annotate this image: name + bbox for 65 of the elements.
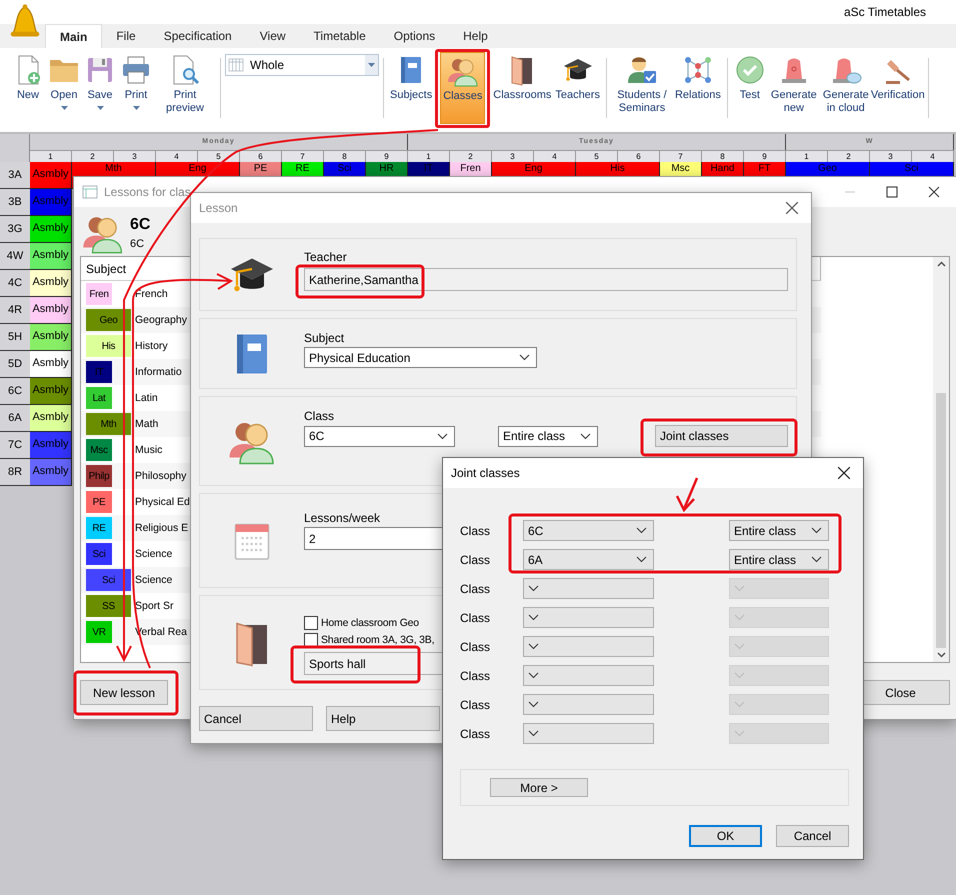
subject-name: Geography — [135, 314, 187, 326]
period-number: 4 — [534, 150, 576, 162]
field-label: Class — [460, 668, 492, 682]
period-number: 1 — [786, 150, 828, 162]
period-number: 9 — [744, 150, 786, 162]
subject-tag: Msc — [86, 439, 112, 461]
class-code: 6C — [130, 238, 146, 250]
subject-tag: His — [86, 335, 131, 357]
period-number: 4 — [156, 150, 198, 162]
subject-tag: Lat — [86, 387, 112, 409]
subject-name: French — [135, 288, 168, 300]
period-number: 2 — [450, 150, 492, 162]
field-label: Class — [304, 409, 334, 423]
field-label: Class — [460, 640, 492, 654]
period-number: 7 — [660, 150, 702, 162]
period-number: 5 — [198, 150, 240, 162]
subject-tag: SS — [86, 595, 131, 617]
period-number: 3 — [114, 150, 156, 162]
field-label: Class — [460, 698, 492, 712]
subject-name: Informatio — [135, 366, 182, 378]
subject-tag: RE — [86, 517, 112, 539]
field-label: Class — [460, 582, 492, 596]
period-number: 2 — [828, 150, 870, 162]
field-label: Subject — [304, 331, 344, 345]
subject-tag: Sci — [86, 569, 131, 591]
subject-name: Music — [135, 444, 162, 456]
subject-tag: Sci — [86, 543, 112, 565]
period-number: 5 — [576, 150, 618, 162]
field-label: Class — [460, 552, 492, 566]
subject-name: Philosophy — [135, 470, 186, 482]
field-label: Lessons/week — [304, 511, 380, 525]
period-number: 3 — [870, 150, 912, 162]
period-number: 7 — [282, 150, 324, 162]
subject-name: Science — [135, 574, 172, 586]
dialog-title: Joint classes — [451, 466, 521, 480]
subject-name: History — [135, 340, 168, 352]
period-number: 8 — [324, 150, 366, 162]
subject-tag: Philp — [86, 465, 112, 487]
period-number: 3 — [492, 150, 534, 162]
period-number: 9 — [366, 150, 408, 162]
subject-name: Latin — [135, 392, 158, 404]
subject-tag: PE — [86, 491, 112, 513]
dialog-title: Lesson — [199, 201, 239, 215]
subject-name: Physical Ed — [135, 496, 190, 508]
subject-name: Religious E — [135, 522, 188, 534]
field-label: Class — [460, 726, 492, 740]
field-label: Class — [460, 524, 492, 538]
subject-tag: Fren — [86, 283, 112, 305]
period-number: 1 — [408, 150, 450, 162]
period-number: 4 — [912, 150, 954, 162]
period-number: 6 — [618, 150, 660, 162]
field-label: Class — [460, 610, 492, 624]
subject-name: Science — [135, 548, 172, 560]
app-title: aSc Timetables — [844, 5, 926, 19]
period-number: 8 — [702, 150, 744, 162]
period-number: 6 — [240, 150, 282, 162]
period-number: 1 — [30, 150, 72, 162]
subject-tag: Geo — [86, 309, 131, 331]
subject-name: Math — [135, 418, 158, 430]
class-name: 6C — [130, 216, 150, 234]
subject-tag: VR — [86, 621, 112, 643]
period-number: 2 — [72, 150, 114, 162]
subject-tag: Mth — [86, 413, 131, 435]
field-label: Teacher — [304, 250, 347, 264]
subject-tag: IT — [86, 361, 112, 383]
